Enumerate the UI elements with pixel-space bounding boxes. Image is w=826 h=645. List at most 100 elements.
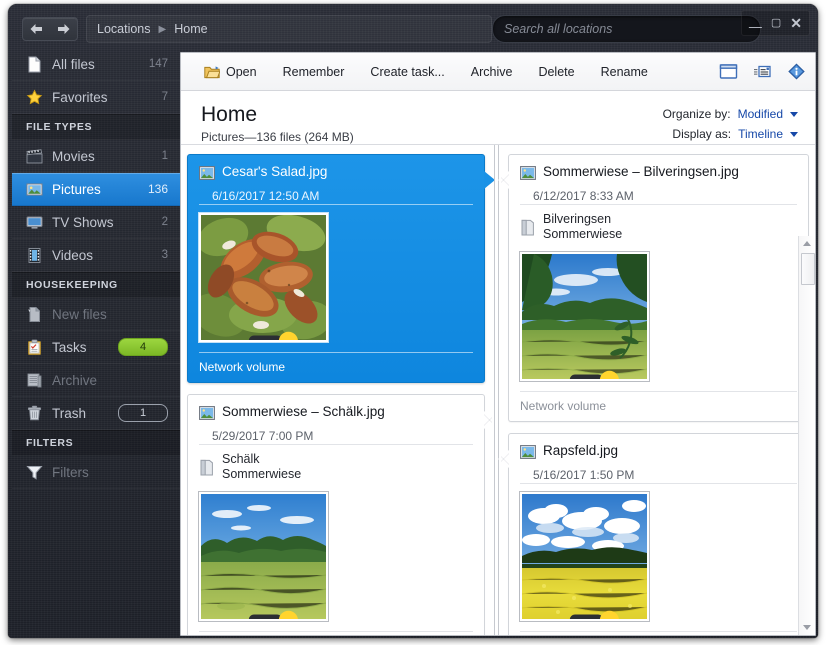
window-controls: — ▢ ✕ <box>741 10 810 36</box>
toolbar-button-label: Rename <box>601 65 648 79</box>
card-filename: Sommerwiese – Bilveringsen.jpg <box>543 164 739 180</box>
picture-icon <box>199 406 215 420</box>
toolbar-button-delete[interactable]: Delete <box>525 61 587 83</box>
content-panel: OpenRememberCreate task... Archive Delete R… <box>180 52 816 636</box>
minimize-button[interactable]: — <box>749 20 762 33</box>
card-header: Cesar's Salad.jpg <box>188 155 484 187</box>
sidebar-item-label: Archive <box>52 373 168 388</box>
sidebar-item-tasks[interactable]: Tasks 4 <box>12 331 180 364</box>
close-button[interactable]: ✕ <box>790 16 802 30</box>
display-as-value[interactable]: Timeline <box>738 127 783 141</box>
sidebar-item-label: New files <box>52 307 168 322</box>
sidebar-item-all-files[interactable]: All files147 <box>12 48 180 81</box>
timeline-column-right: Sommerwiese – Bilveringsen.jpg 6/12/2017 … <box>499 145 815 635</box>
card-path-text: BilveringsenSommerwiese <box>543 212 622 242</box>
card-volume: Network volume <box>509 392 808 421</box>
clipboard-icon <box>26 339 43 356</box>
thumbnail-image[interactable] <box>520 252 649 381</box>
breadcrumb-root[interactable]: Locations <box>97 22 151 36</box>
badge-count: 4 <box>118 338 168 356</box>
sidebar-item-trash[interactable]: Trash1 <box>12 397 180 430</box>
preview-pane-icon[interactable] <box>719 63 738 80</box>
card-date: 5/29/2017 7:00 PM <box>188 429 484 444</box>
timeline-pointer-icon <box>498 450 509 468</box>
item-count: 1 <box>162 150 168 162</box>
sidebar-item-pictures[interactable]: Pictures136 <box>12 173 180 206</box>
sidebar-item-label: TV Shows <box>52 215 153 230</box>
toolbar-button-create-task[interactable]: Create task... <box>357 61 457 83</box>
folder-icon <box>199 458 215 477</box>
file-card[interactable]: Cesar's Salad.jpg 6/16/2017 12:50 AM Netwo… <box>187 154 485 383</box>
vertical-scrollbar[interactable] <box>798 236 815 635</box>
film-clapper-icon <box>26 148 43 165</box>
scroll-up-arrow-icon[interactable] <box>799 236 814 251</box>
card-volume: Network volume <box>188 353 484 382</box>
navigation-buttons <box>22 17 78 41</box>
file-card[interactable]: Sommerwiese – Bilveringsen.jpg 6/12/2017 … <box>508 154 809 422</box>
sidebar-section-file-types: FILE TYPES <box>12 114 180 140</box>
thumbnail-image[interactable] <box>520 492 649 621</box>
card-header: Rapsfeld.jpg <box>509 434 808 466</box>
card-body <box>188 484 484 631</box>
forward-arrow-icon[interactable] <box>55 22 72 36</box>
sidebar-section-housekeeping: HOUSEKEEPING <box>12 272 180 298</box>
timeline-view: Cesar's Salad.jpg 6/16/2017 12:50 AM Netwo… <box>181 144 815 635</box>
sidebar-item-favorites[interactable]: Favorites7 <box>12 81 180 114</box>
toolbar: OpenRememberCreate task... Archive Delete R… <box>181 53 815 91</box>
file-card[interactable]: Rapsfeld.jpg 5/16/2017 1:50 PM Network vol… <box>508 433 809 636</box>
sidebar-item-tv-shows[interactable]: TV Shows 2 <box>12 206 180 239</box>
document-icon <box>26 56 43 73</box>
organize-by-label: Organize by: <box>663 107 731 121</box>
sidebar-item-videos[interactable]: Videos3 <box>12 239 180 272</box>
organize-by-row: Organize by: Modified <box>663 104 798 124</box>
scrollbar-thumb[interactable] <box>801 253 815 285</box>
organize-by-value[interactable]: Modified <box>738 107 783 121</box>
sidebar-item-archive[interactable]: Archive <box>12 364 180 397</box>
picture-icon <box>520 166 536 180</box>
item-count: 147 <box>149 58 168 70</box>
info-icon[interactable] <box>787 63 806 80</box>
sidebar-section-filters: FILTERS <box>12 430 180 456</box>
monitor-icon <box>26 214 43 231</box>
toolbar-right-icons <box>719 53 806 90</box>
sidebar-item-label: Movies <box>52 149 153 164</box>
file-browser-window: Locations ▶ Home Search all locations — … <box>8 4 818 638</box>
card-date: 5/16/2017 1:50 PM <box>509 468 808 483</box>
archive-icon <box>26 372 43 389</box>
maximize-button[interactable]: ▢ <box>771 18 781 29</box>
scroll-down-arrow-icon[interactable] <box>799 620 814 635</box>
toolbar-button-open[interactable]: Open <box>191 61 270 83</box>
back-arrow-icon[interactable] <box>28 22 45 36</box>
file-card[interactable]: Sommerwiese – Schälk.jpg5/29/2017 7:00 P… <box>187 394 485 636</box>
toolbar-button-label: Archive <box>471 65 513 79</box>
card-volume: Network volume <box>509 632 808 636</box>
card-date: 6/12/2017 8:33 AM <box>509 189 808 204</box>
card-body <box>188 205 484 352</box>
open-folder-icon <box>204 65 220 79</box>
toolbar-button-archive[interactable]: Archive <box>458 61 526 83</box>
chevron-down-icon[interactable] <box>790 132 798 137</box>
header-controls: Organize by: Modified Display as: Timeli… <box>663 104 798 144</box>
sidebar-item-label: Tasks <box>52 340 109 355</box>
thumbnail-image[interactable] <box>199 492 328 621</box>
details-pane-icon[interactable] <box>753 63 772 80</box>
toolbar-button-rename[interactable]: Rename <box>588 61 661 83</box>
breadcrumb-current[interactable]: Home <box>174 22 207 36</box>
card-filename: Cesar's Salad.jpg <box>222 164 327 180</box>
thumbnail-image[interactable] <box>199 213 328 342</box>
sidebar-item-new-files[interactable]: New files <box>12 298 180 331</box>
sidebar-item-filters[interactable]: Filters <box>12 456 180 489</box>
camera-icon <box>524 357 554 381</box>
breadcrumb[interactable]: Locations ▶ Home <box>86 15 492 43</box>
card-date: 6/16/2017 12:50 AM <box>188 189 484 204</box>
trash-icon <box>26 405 43 422</box>
chevron-down-icon[interactable] <box>790 112 798 117</box>
toolbar-button-remember[interactable]: Remember <box>270 61 358 83</box>
search-input[interactable]: Search all locations <box>492 15 761 43</box>
breadcrumb-separator-icon: ▶ <box>159 24 167 35</box>
badge-count: 1 <box>118 404 168 422</box>
card-path: SchälkSommerwiese <box>188 445 484 484</box>
item-count: 2 <box>162 216 168 228</box>
sidebar-item-movies[interactable]: Movies 1 <box>12 140 180 173</box>
item-count: 136 <box>148 182 168 196</box>
